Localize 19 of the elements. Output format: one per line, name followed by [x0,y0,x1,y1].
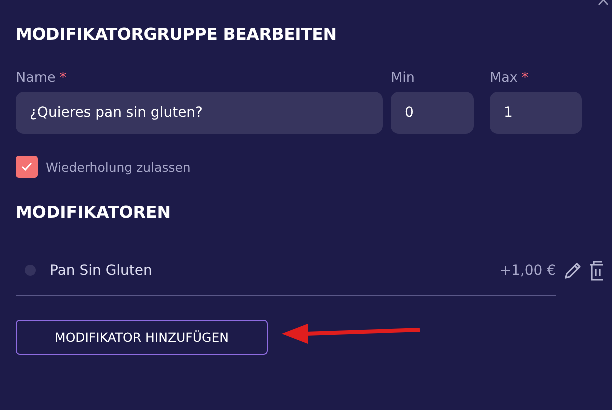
drag-dot-icon [25,265,36,276]
required-mark: * [522,70,529,88]
input-field[interactable]: 1 [490,92,582,134]
dialog-title: MODIFIKATORGRUPPE BEARBEITEN [16,25,337,44]
input-field[interactable]: 0 [391,92,474,134]
field-label: Min [391,70,415,88]
input-field[interactable]: ¿Quieres pan sin gluten? [16,92,383,134]
modifier-name: Pan Sin Gluten [50,262,152,278]
field-label: Max [490,70,518,88]
required-mark: * [60,70,67,88]
delete-icon[interactable] [589,260,603,282]
edit-icon[interactable] [563,261,583,281]
field-label: Name [16,70,56,88]
add-modifier-button[interactable]: MODIFIKATOR HINZUFÜGEN [16,320,268,355]
checkbox-label: Wiederholung zulassen [46,160,191,174]
check-icon [21,162,33,172]
section-title: MODIFIKATOREN [16,203,172,222]
modifier-price: +1,00 € [500,262,556,278]
checkbox[interactable] [16,156,38,178]
